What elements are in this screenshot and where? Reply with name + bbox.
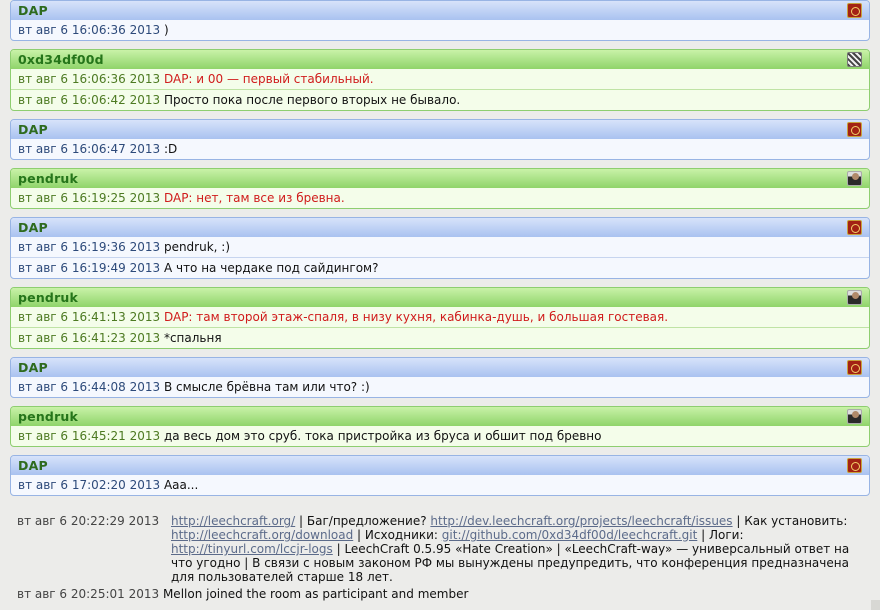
scrollbar-corner[interactable] xyxy=(871,600,880,610)
message-row: вт авг 6 16:45:21 2013 да весь дом это с… xyxy=(11,426,869,446)
message-group: 0xd34df00d вт авг 6 16:06:36 2013 DAP: и … xyxy=(10,49,870,111)
message-timestamp: вт авг 6 17:02:20 2013 xyxy=(18,478,161,492)
event-text: Mellon joined the room as participant an… xyxy=(162,587,469,601)
message-group-header: DAP xyxy=(11,120,869,139)
topic-text-part: | Исходники: xyxy=(353,528,442,542)
message-text: В смысле брёвна там или что? :) xyxy=(163,380,370,394)
message-text: :D xyxy=(163,142,178,156)
topic-link-site[interactable]: http://leechcraft.org/ xyxy=(171,514,295,528)
message-row: вт авг 6 16:19:36 2013 pendruk, :) xyxy=(11,237,869,257)
message-text: да весь дом это сруб. тока пристройка из… xyxy=(163,429,602,443)
message-timestamp: вт авг 6 16:19:49 2013 xyxy=(18,261,161,275)
message-text: DAP: там второй этаж-спаля, в низу кухня… xyxy=(163,310,669,324)
message-text: А что на чердаке под сайдингом? xyxy=(163,261,379,275)
chat-log: DAP вт авг 6 16:06:36 2013 ) 0xd34df00d вт … xyxy=(10,0,870,504)
nick-label[interactable]: DAP xyxy=(18,220,48,235)
avatar-icon xyxy=(847,122,862,137)
topic-link-issues[interactable]: http://dev.leechcraft.org/projects/leech… xyxy=(430,514,732,528)
avatar-icon xyxy=(847,458,862,473)
topic-text-part: | Как установить: xyxy=(732,514,848,528)
message-group: DAP вт авг 6 17:02:20 2013 Ааа... xyxy=(10,455,870,496)
avatar-icon xyxy=(847,360,862,375)
message-group: pendruk вт авг 6 16:45:21 2013 да весь до… xyxy=(10,406,870,447)
message-timestamp: вт авг 6 16:06:47 2013 xyxy=(18,142,161,156)
message-row: вт авг 6 16:06:36 2013 ) xyxy=(11,20,869,40)
message-group-header: DAP xyxy=(11,1,869,20)
message-timestamp: вт авг 6 16:41:13 2013 xyxy=(18,310,161,324)
message-text: Просто пока после первого вторых не быва… xyxy=(163,93,461,107)
message-group: pendruk вт авг 6 16:19:25 2013 DAP: нет, … xyxy=(10,168,870,209)
topic-message: вт авг 6 20:22:29 2013 http://leechcraft… xyxy=(17,514,862,584)
avatar-icon xyxy=(847,220,862,235)
message-group: DAP вт авг 6 16:06:47 2013 :D xyxy=(10,119,870,160)
nick-label[interactable]: 0xd34df00d xyxy=(18,52,104,67)
message-row: вт авг 6 16:44:08 2013 В смысле брёвна т… xyxy=(11,377,869,397)
message-group-header: pendruk xyxy=(11,407,869,426)
topic-text-part: | Логи: xyxy=(697,528,744,542)
message-group-header: DAP xyxy=(11,456,869,475)
message-row: вт авг 6 16:19:49 2013 А что на чердаке … xyxy=(11,257,869,278)
message-group-header: pendruk xyxy=(11,288,869,307)
avatar-icon xyxy=(847,171,862,186)
topic-text: http://leechcraft.org/ | Баг/предложение… xyxy=(171,514,862,584)
topic-link-logs[interactable]: http://tinyurl.com/lccjr-logs xyxy=(171,542,333,556)
message-group: DAP вт авг 6 16:19:36 2013 pendruk, :) вт … xyxy=(10,217,870,279)
message-text: *спальня xyxy=(163,331,222,345)
nick-label[interactable]: DAP xyxy=(18,122,48,137)
message-timestamp: вт авг 6 16:06:36 2013 xyxy=(18,23,161,37)
avatar-icon xyxy=(847,3,862,18)
nick-label[interactable]: DAP xyxy=(18,360,48,375)
nick-label[interactable]: pendruk xyxy=(18,290,78,305)
topic-text-part: | Баг/предложение? xyxy=(295,514,431,528)
avatar-icon xyxy=(847,290,862,305)
message-group: DAP вт авг 6 16:06:36 2013 ) xyxy=(10,0,870,41)
message-timestamp: вт авг 6 16:19:36 2013 xyxy=(18,240,161,254)
message-group: DAP вт авг 6 16:44:08 2013 В смысле брёвн… xyxy=(10,357,870,398)
message-group-header: DAP xyxy=(11,358,869,377)
nick-label[interactable]: pendruk xyxy=(18,171,78,186)
message-text: DAP: нет, там все из бревна. xyxy=(163,191,345,205)
message-timestamp: вт авг 6 20:25:01 2013 xyxy=(17,587,160,601)
message-group-header: pendruk xyxy=(11,169,869,188)
message-group: pendruk вт авг 6 16:41:13 2013 DAP: там в… xyxy=(10,287,870,349)
nick-label[interactable]: pendruk xyxy=(18,409,78,424)
message-text: ) xyxy=(163,23,169,37)
message-row: вт авг 6 16:06:47 2013 :D xyxy=(11,139,869,159)
message-timestamp: вт авг 6 16:41:23 2013 xyxy=(18,331,161,345)
topic-link-download[interactable]: http://leechcraft.org/download xyxy=(171,528,353,542)
message-row: вт авг 6 16:41:23 2013 *спальня xyxy=(11,327,869,348)
message-timestamp: вт авг 6 16:06:36 2013 xyxy=(18,72,161,86)
message-timestamp: вт авг 6 20:22:29 2013 xyxy=(17,514,160,528)
avatar-icon xyxy=(847,409,862,424)
topic-link-git[interactable]: git://github.com/0xd34df00d/leechcraft.g… xyxy=(442,528,698,542)
message-text: DAP: и 00 — первый стабильный. xyxy=(163,72,374,86)
message-row: вт авг 6 16:19:25 2013 DAP: нет, там все… xyxy=(11,188,869,208)
message-group-header: 0xd34df00d xyxy=(11,50,869,69)
avatar-icon xyxy=(847,52,862,67)
message-row: вт авг 6 16:06:36 2013 DAP: и 00 — первы… xyxy=(11,69,869,89)
message-row: вт авг 6 16:06:42 2013 Просто пока после… xyxy=(11,89,869,110)
join-event: вт авг 6 20:25:01 2013 Mellon joined the… xyxy=(17,587,468,601)
message-row: вт авг 6 17:02:20 2013 Ааа... xyxy=(11,475,869,495)
nick-label[interactable]: DAP xyxy=(18,458,48,473)
message-row: вт авг 6 16:41:13 2013 DAP: там второй э… xyxy=(11,307,869,327)
message-timestamp: вт авг 6 16:19:25 2013 xyxy=(18,191,161,205)
message-timestamp: вт авг 6 16:45:21 2013 xyxy=(18,429,161,443)
message-group-header: DAP xyxy=(11,218,869,237)
message-timestamp: вт авг 6 16:44:08 2013 xyxy=(18,380,161,394)
message-text: Ааа... xyxy=(163,478,199,492)
message-timestamp: вт авг 6 16:06:42 2013 xyxy=(18,93,161,107)
message-text: pendruk, :) xyxy=(163,240,231,254)
nick-label[interactable]: DAP xyxy=(18,3,48,18)
